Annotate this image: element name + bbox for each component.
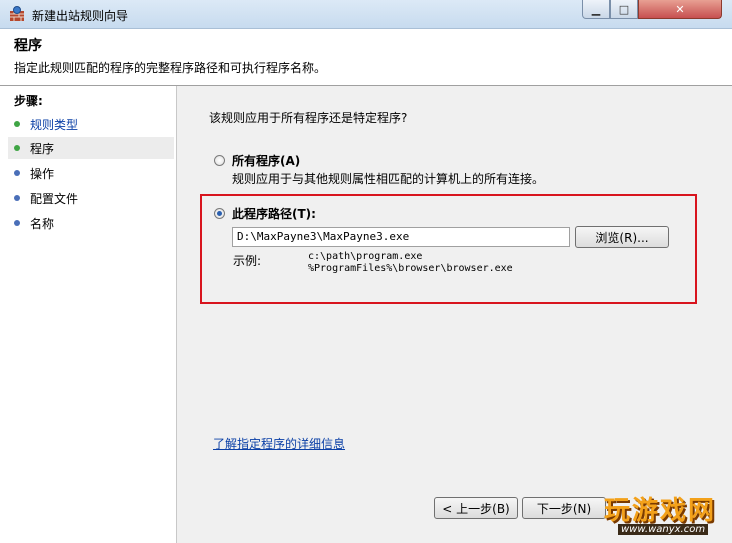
step-label: 操作 <box>30 166 55 181</box>
step-name: 名称 <box>8 212 174 234</box>
wizard-window: 新建出站规则向导 ▁ □ ✕ 程序 指定此规则匹配的程序的完整程序路径和可执行程… <box>0 0 732 543</box>
page-title: 程序 <box>14 38 42 54</box>
site-watermark: 玩游戏网 www.wanyx.com <box>586 488 732 543</box>
step-current-icon <box>14 145 20 151</box>
maximize-button[interactable]: □ <box>610 0 638 19</box>
minimize-button[interactable]: ▁ <box>582 0 610 19</box>
step-rule-type[interactable]: 规则类型 <box>8 113 174 135</box>
all-programs-radio[interactable] <box>214 155 225 166</box>
learn-more-link[interactable]: 了解指定程序的详细信息 <box>213 435 345 452</box>
step-label: 程序 <box>30 141 55 156</box>
program-path-label[interactable]: 此程序路径(T): <box>232 205 316 222</box>
page-header: 程序 指定此规则匹配的程序的完整程序路径和可执行程序名称。 <box>0 29 732 86</box>
step-program[interactable]: 程序 <box>8 137 174 159</box>
close-button[interactable]: ✕ <box>638 0 722 19</box>
example-path-2: %ProgramFiles%\browser\browser.exe <box>308 263 513 274</box>
step-label: 配置文件 <box>30 191 79 206</box>
steps-heading: 步骤: <box>14 94 43 108</box>
watermark-text: 玩游戏网 <box>604 496 717 526</box>
browse-button[interactable]: 浏览(R)... <box>575 226 669 248</box>
step-pending-icon <box>14 220 20 226</box>
watermark-url: www.wanyx.com <box>618 524 709 535</box>
program-path-input[interactable]: D:\MaxPayne3\MaxPayne3.exe <box>232 227 570 247</box>
step-action: 操作 <box>8 162 174 184</box>
step-done-icon <box>14 121 20 127</box>
main-panel: 该规则应用于所有程序还是特定程序? 所有程序(A) 规则应用于与其他规则属性相匹… <box>177 86 732 543</box>
title-bar: 新建出站规则向导 ▁ □ ✕ <box>0 0 732 29</box>
step-profile: 配置文件 <box>8 187 174 209</box>
step-pending-icon <box>14 170 20 176</box>
window-title: 新建出站规则向导 <box>32 9 129 23</box>
question-text: 该规则应用于所有程序还是特定程序? <box>209 111 408 125</box>
all-programs-description: 规则应用于与其他规则属性相匹配的计算机上的所有连接。 <box>232 172 545 186</box>
step-label: 名称 <box>30 216 55 231</box>
steps-sidebar: 步骤: 规则类型 程序 操作 配置文件 名称 <box>0 86 177 543</box>
back-button[interactable]: < 上一步(B) <box>434 497 518 519</box>
step-pending-icon <box>14 195 20 201</box>
program-path-radio[interactable] <box>214 208 225 219</box>
step-label: 规则类型 <box>30 117 79 132</box>
example-path-1: c:\path\program.exe <box>308 251 423 262</box>
firewall-icon <box>10 6 24 21</box>
example-label: 示例: <box>233 254 262 268</box>
all-programs-label[interactable]: 所有程序(A) <box>232 152 300 169</box>
page-description: 指定此规则匹配的程序的完整程序路径和可执行程序名称。 <box>14 61 327 75</box>
